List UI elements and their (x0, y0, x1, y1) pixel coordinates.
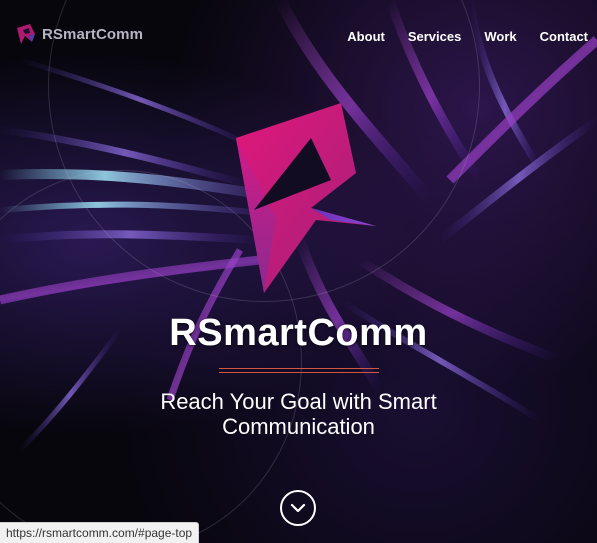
tagline-line-1: Reach Your Goal with Smart (160, 389, 437, 414)
browser-status-bar: https://rsmartcomm.com/#page-top (0, 522, 200, 543)
nav-menu: About Services Work Contact (324, 29, 588, 44)
brand-logo-icon (17, 24, 35, 44)
nav-link-about[interactable]: About (347, 29, 385, 44)
brand-name: RSmartComm (42, 25, 144, 43)
chevron-down-icon (290, 503, 306, 513)
nav-link-work[interactable]: Work (484, 29, 516, 44)
nav-link-contact[interactable]: Contact (540, 29, 588, 44)
hero-section: RSmartComm About Services Work Contact R… (0, 0, 597, 543)
tagline-line-2: Communication (222, 414, 375, 439)
hero-logo-icon (236, 103, 376, 293)
nav-brand[interactable]: RSmartComm (14, 22, 143, 46)
hero-tagline: Reach Your Goal with Smart Communication (0, 389, 597, 439)
scroll-down-button[interactable] (280, 490, 316, 526)
title-divider (219, 368, 379, 374)
nav-link-services[interactable]: Services (408, 29, 462, 44)
hero-title: RSmartComm (169, 312, 428, 354)
